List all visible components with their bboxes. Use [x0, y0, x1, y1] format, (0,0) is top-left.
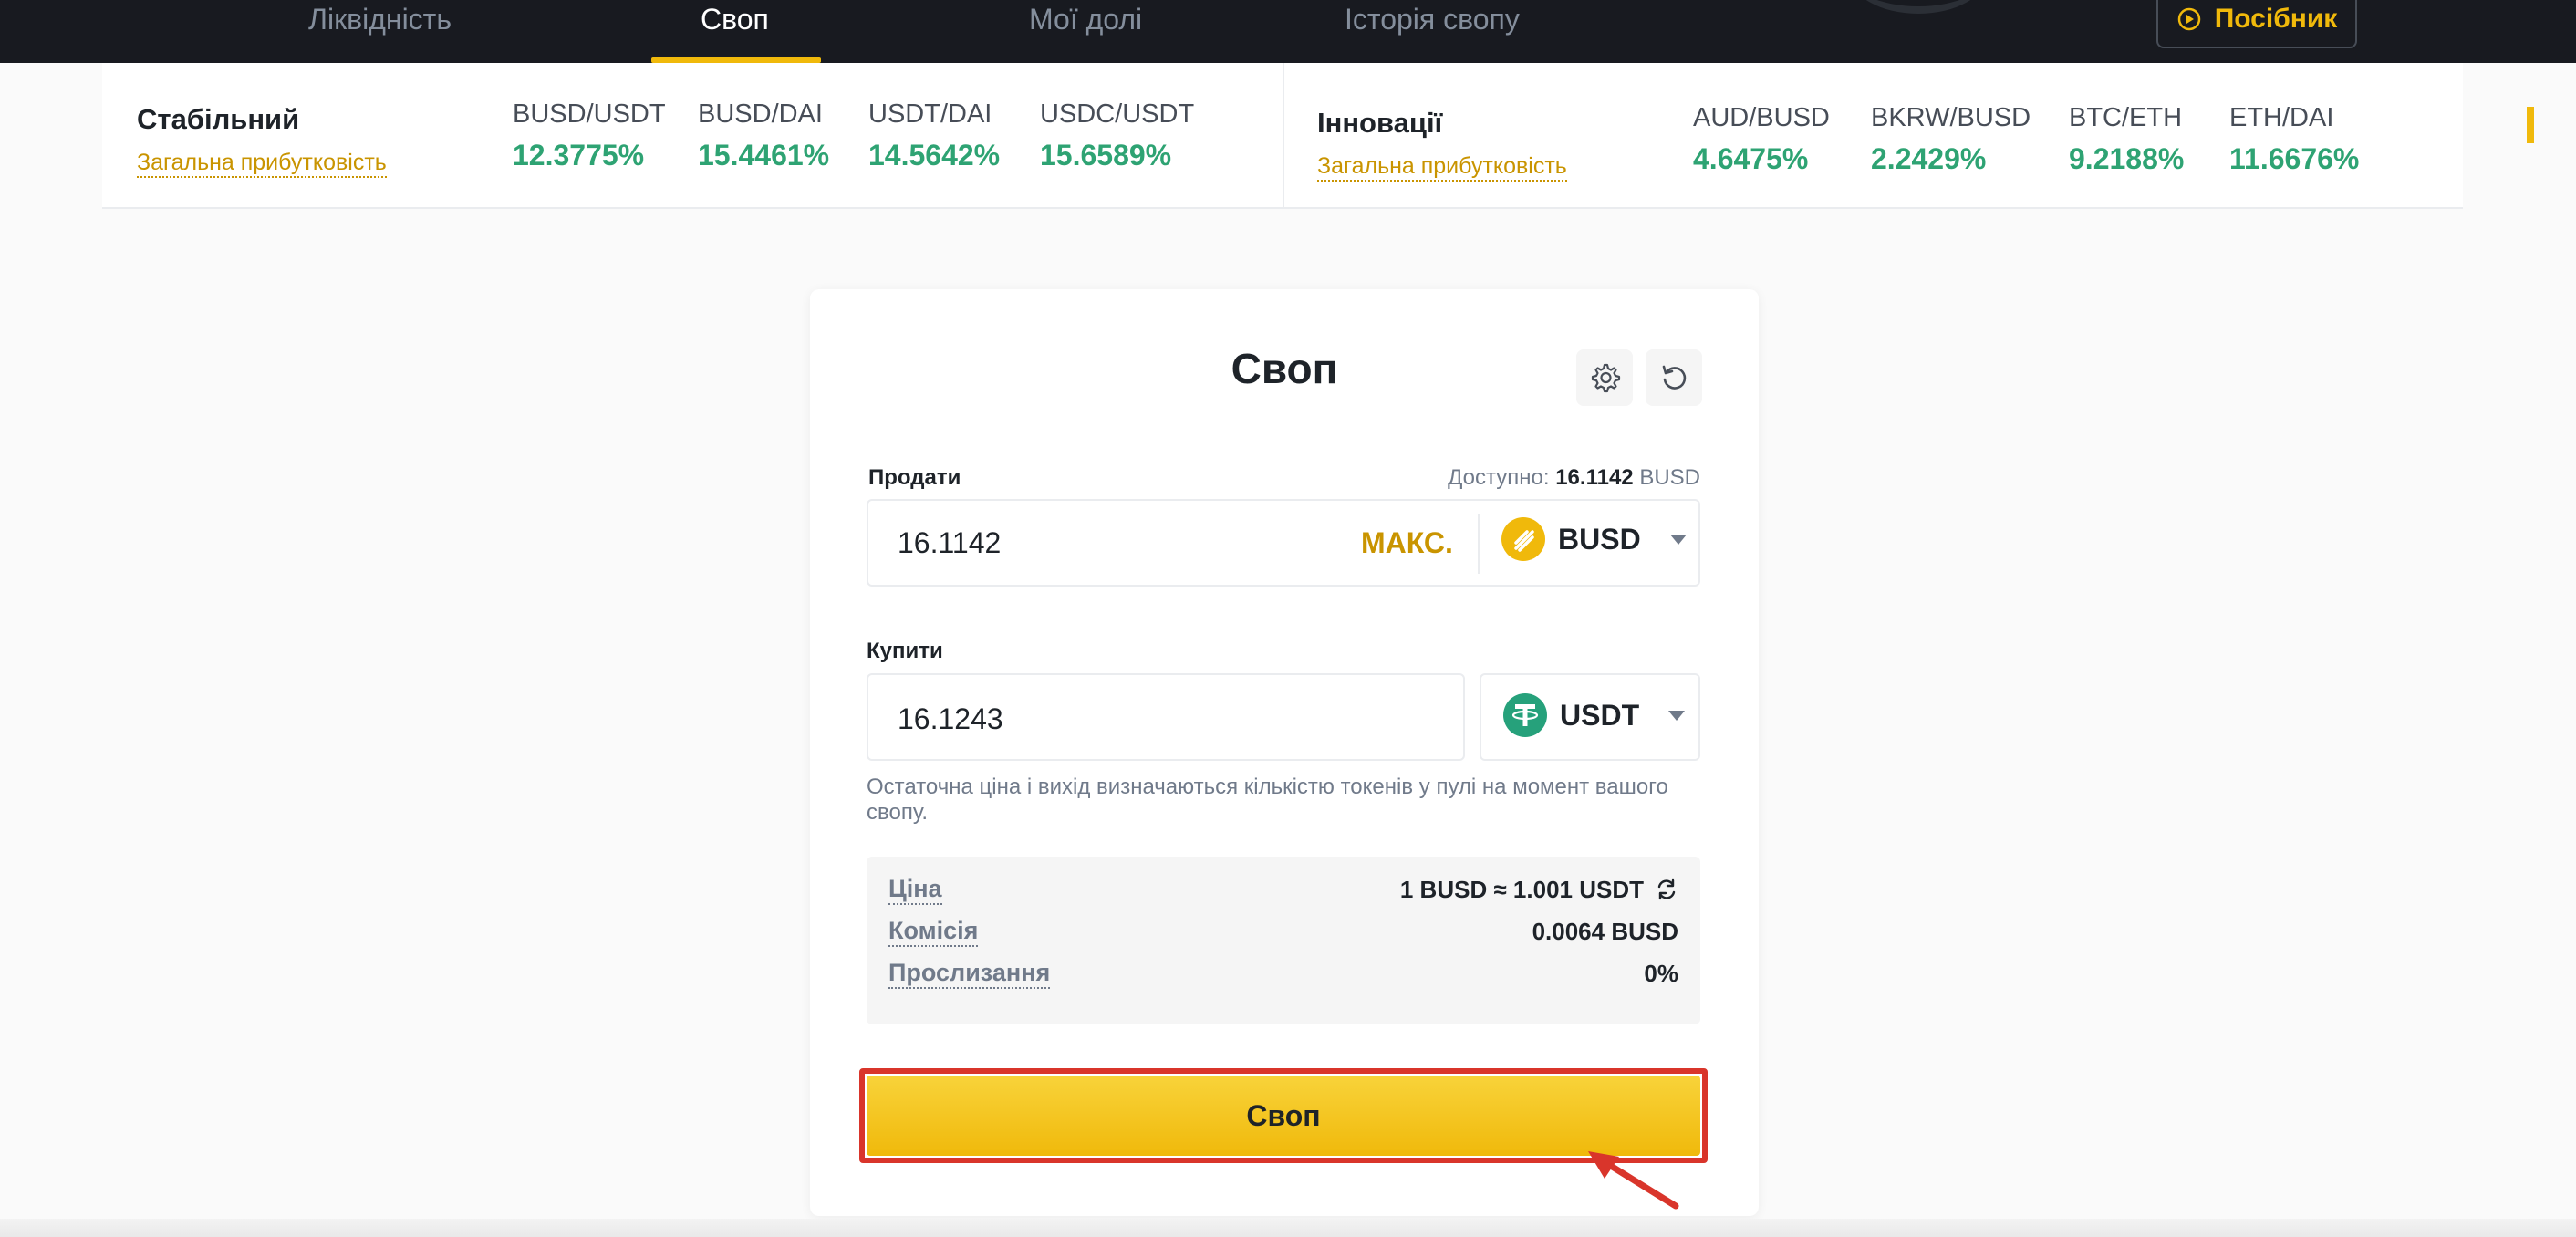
sell-amount-value[interactable]: 16.1142: [898, 526, 1001, 560]
guide-button[interactable]: Посібник: [2156, 0, 2357, 48]
pair-apy: 15.6589%: [1040, 139, 1172, 172]
swap-details: Ціна 1 BUSD ≈ 1.001 USDT Комісія 0.0064 …: [867, 857, 1700, 1024]
field-divider: [1478, 514, 1480, 574]
gear-icon: [1591, 363, 1621, 393]
usdt-coin-icon: [1503, 693, 1547, 737]
stable-yield-link[interactable]: Загальна прибутковість: [137, 149, 387, 178]
settings-button[interactable]: [1576, 349, 1633, 406]
pair-eth-dai[interactable]: ETH/DAI 11.6676%: [2229, 103, 2359, 176]
sell-label: Продати: [868, 465, 961, 490]
sell-amount-field[interactable]: 16.1142 МАКС. BUSD: [867, 499, 1700, 587]
pair-name: BUSD/USDT: [513, 99, 666, 129]
decorative-disc: [1850, 0, 1987, 14]
pool-stats-strip: Стабільний Загальна прибутковість BUSD/U…: [102, 63, 2534, 209]
pair-name: BUSD/DAI: [698, 99, 823, 129]
tab-my-shares[interactable]: Мої долі: [1029, 0, 1142, 63]
bottom-edge: [0, 1219, 2576, 1237]
buy-token-symbol: USDT: [1560, 698, 1640, 732]
busd-coin-icon: [1501, 517, 1545, 561]
max-button[interactable]: МАКС.: [1361, 526, 1453, 560]
price-label[interactable]: Ціна: [888, 874, 942, 905]
slippage-label[interactable]: Прослизання: [888, 958, 1051, 989]
strip-divider: [1283, 63, 1284, 209]
price-row: Ціна 1 BUSD ≈ 1.001 USDT: [888, 871, 1678, 908]
available-label: Доступно:: [1448, 465, 1550, 490]
swap-card: Своп Продати Доступно: 16.1142 BUSD 16.1…: [810, 289, 1759, 1216]
price-value-wrap: 1 BUSD ≈ 1.001 USDT: [1400, 876, 1678, 904]
strip-scroll-indicator[interactable]: [2527, 107, 2534, 143]
buy-amount-value[interactable]: 16.1243: [898, 702, 1003, 736]
tab-liquidity[interactable]: Ліквідність: [308, 0, 452, 63]
buy-token-selector[interactable]: USDT: [1503, 693, 1686, 737]
play-circle-icon: [2177, 7, 2200, 30]
price-note: Остаточна ціна і вихід визначаються кіль…: [867, 774, 1668, 825]
pair-aud-busd[interactable]: AUD/BUSD 4.6475%: [1693, 103, 1830, 176]
pair-btc-eth[interactable]: BTC/ETH 9.2188%: [2069, 103, 2184, 176]
stable-group-title: Стабільний: [137, 103, 300, 135]
pair-name: BTC/ETH: [2069, 103, 2183, 132]
pair-apy: 12.3775%: [513, 139, 645, 172]
slippage-value: 0%: [1644, 959, 1678, 987]
available-balance: Доступно: 16.1142 BUSD: [1448, 465, 1700, 491]
pair-name: AUD/BUSD: [1693, 103, 1830, 132]
pair-apy: 11.6676%: [2229, 142, 2360, 175]
innovation-group-title: Інновації: [1317, 107, 1443, 139]
top-nav: Ліквідність Своп Мої долі Історія свопу …: [0, 0, 2576, 63]
pair-apy: 9.2188%: [2069, 142, 2185, 175]
refresh-history-icon: [1662, 365, 1687, 390]
pair-name: BKRW/BUSD: [1871, 103, 2031, 132]
pair-name: USDC/USDT: [1040, 99, 1195, 129]
tab-swap[interactable]: Своп: [701, 0, 769, 63]
buy-label: Купити: [867, 639, 943, 663]
pair-usdt-dai[interactable]: USDT/DAI 14.5642%: [868, 99, 1000, 172]
fee-row: Комісія 0.0064 BUSD: [888, 913, 1678, 950]
sell-token-selector[interactable]: BUSD: [1501, 517, 1687, 561]
guide-label: Посібник: [2214, 3, 2338, 34]
swap-button[interactable]: Своп: [867, 1076, 1700, 1156]
pair-apy: 4.6475%: [1693, 142, 1809, 175]
pair-busd-usdt[interactable]: BUSD/USDT 12.3775%: [513, 99, 666, 172]
fee-label[interactable]: Комісія: [888, 916, 979, 947]
pair-apy: 2.2429%: [1871, 142, 1987, 175]
buy-token-field[interactable]: USDT: [1480, 673, 1700, 761]
pair-apy: 15.4461%: [698, 139, 830, 172]
history-button[interactable]: [1646, 349, 1702, 406]
pair-name: ETH/DAI: [2229, 103, 2334, 132]
innovation-yield-link[interactable]: Загальна прибутковість: [1317, 152, 1567, 182]
chevron-down-icon: [1668, 710, 1686, 721]
chevron-down-icon: [1669, 534, 1687, 545]
annotation-arrow-icon: [1588, 1151, 1679, 1210]
fee-value: 0.0064 BUSD: [1532, 917, 1678, 945]
pair-bkrw-busd[interactable]: BKRW/BUSD 2.2429%: [1871, 103, 2031, 176]
buy-amount-field[interactable]: 16.1243: [867, 673, 1465, 761]
price-value: 1 BUSD ≈ 1.001 USDT: [1399, 875, 1644, 903]
pair-busd-dai[interactable]: BUSD/DAI 15.4461%: [698, 99, 829, 172]
tab-swap-history[interactable]: Історія свопу: [1345, 0, 1520, 63]
slippage-row: Прослизання 0%: [888, 955, 1678, 992]
sell-token-symbol: BUSD: [1558, 522, 1641, 556]
available-value: 16.1142: [1555, 465, 1634, 490]
pair-usdc-usdt[interactable]: USDC/USDT 15.6589%: [1040, 99, 1194, 172]
pair-name: USDT/DAI: [868, 99, 992, 129]
available-unit: BUSD: [1639, 465, 1700, 490]
pair-apy: 14.5642%: [868, 139, 1001, 172]
swap-direction-icon[interactable]: [1655, 878, 1678, 901]
